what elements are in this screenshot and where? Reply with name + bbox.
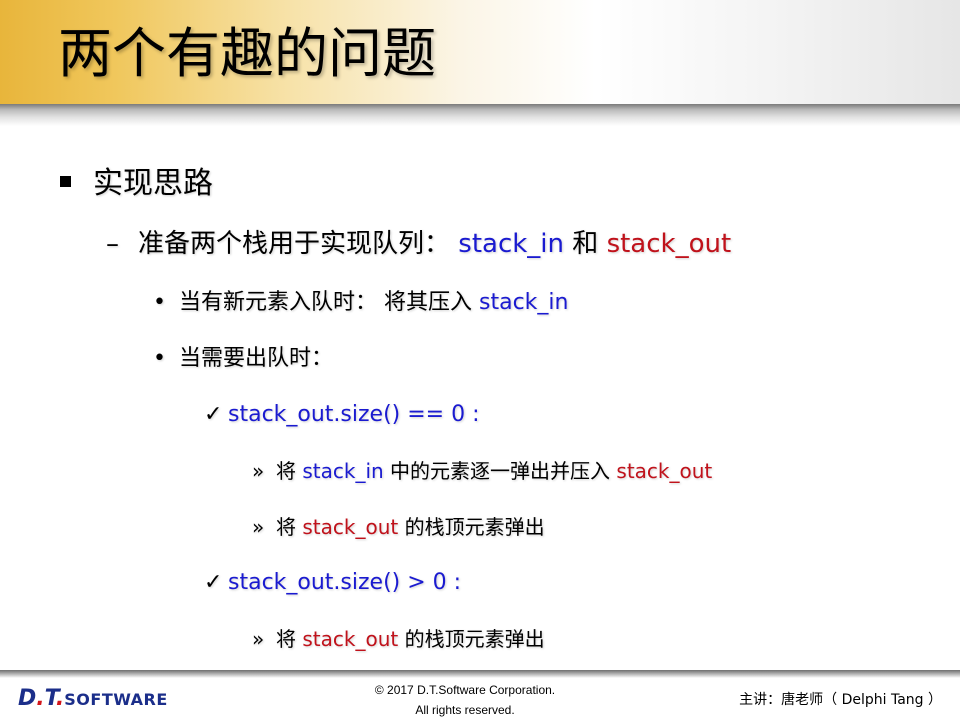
bullet-text: 当有新元素入队时： 将其压入 [179,290,472,315]
double-arrow-icon: » [252,627,265,651]
bullet-level3-dequeue: • 当需要出队时： [153,343,333,375]
term-stack-out: stack_out [606,229,732,259]
term-stack-in: stack_in [302,459,384,483]
term-stack-out: stack_out [616,459,713,483]
bullet-level5-pop: » 将 stack_out 的栈顶元素弹出 [252,624,545,654]
bullet-level4-empty-case: ✓ stack_out.size() == 0 : [204,399,480,431]
square-bullet-icon [60,176,71,187]
bullet-level3-enqueue: • 当有新元素入队时： 将其压入 stack_in [153,287,568,319]
speaker-credit: 主讲：唐老师（ Delphi Tang ） [739,692,942,708]
dot-bullet-icon: • [153,290,166,315]
bullet-text: 准备两个栈用于实现队列： [138,229,451,259]
bullet-level1: 实现思路 [60,164,213,204]
bullet-text: 将 [276,459,296,483]
bullet-text: 的栈顶元素弹出 [404,627,545,651]
conjunction-text: 和 [572,229,599,259]
condition-text: stack_out.size() > 0 : [228,570,462,595]
bullet-level5-transfer: » 将 stack_in 中的元素逐一弹出并压入 stack_out [252,456,712,486]
checkmark-icon: ✓ [204,570,223,595]
term-stack-out: stack_out [302,515,399,539]
bullet-level5-pop: » 将 stack_out 的栈顶元素弹出 [252,512,545,542]
bullet-level2: – 准备两个栈用于实现队列： stack_in 和 stack_out [106,225,731,263]
title-divider [0,104,960,126]
checkmark-icon: ✓ [204,402,223,427]
double-arrow-icon: » [252,459,265,483]
bullet-text: 中的元素逐一弹出并压入 [390,459,611,483]
dash-bullet-icon: – [106,229,119,259]
bullet-text: 的栈顶元素弹出 [404,515,545,539]
term-stack-in: stack_in [479,290,569,315]
double-arrow-icon: » [252,515,265,539]
bullet-level4-nonempty-case: ✓ stack_out.size() > 0 : [204,567,461,599]
bullet-text: 当需要出队时： [179,346,334,371]
dot-bullet-icon: • [153,346,166,371]
copyright-line: © 2017 D.T.Software Corporation. [374,683,556,697]
bullet-text: 将 [276,627,296,651]
rights-line: All rights reserved. [415,703,515,717]
bullet-text: 将 [276,515,296,539]
copyright-notice: © 2017 D.T.Software Corporation. All rig… [310,680,620,720]
bullet-text: 实现思路 [93,166,213,201]
term-stack-in: stack_in [458,229,565,259]
dt-software-logo: D.T.SOFTWARE [18,686,168,711]
condition-text: stack_out.size() == 0 : [228,402,480,427]
term-stack-out: stack_out [302,627,399,651]
slide-title: 两个有趣的问题 [58,22,436,85]
footer-divider [0,670,960,678]
